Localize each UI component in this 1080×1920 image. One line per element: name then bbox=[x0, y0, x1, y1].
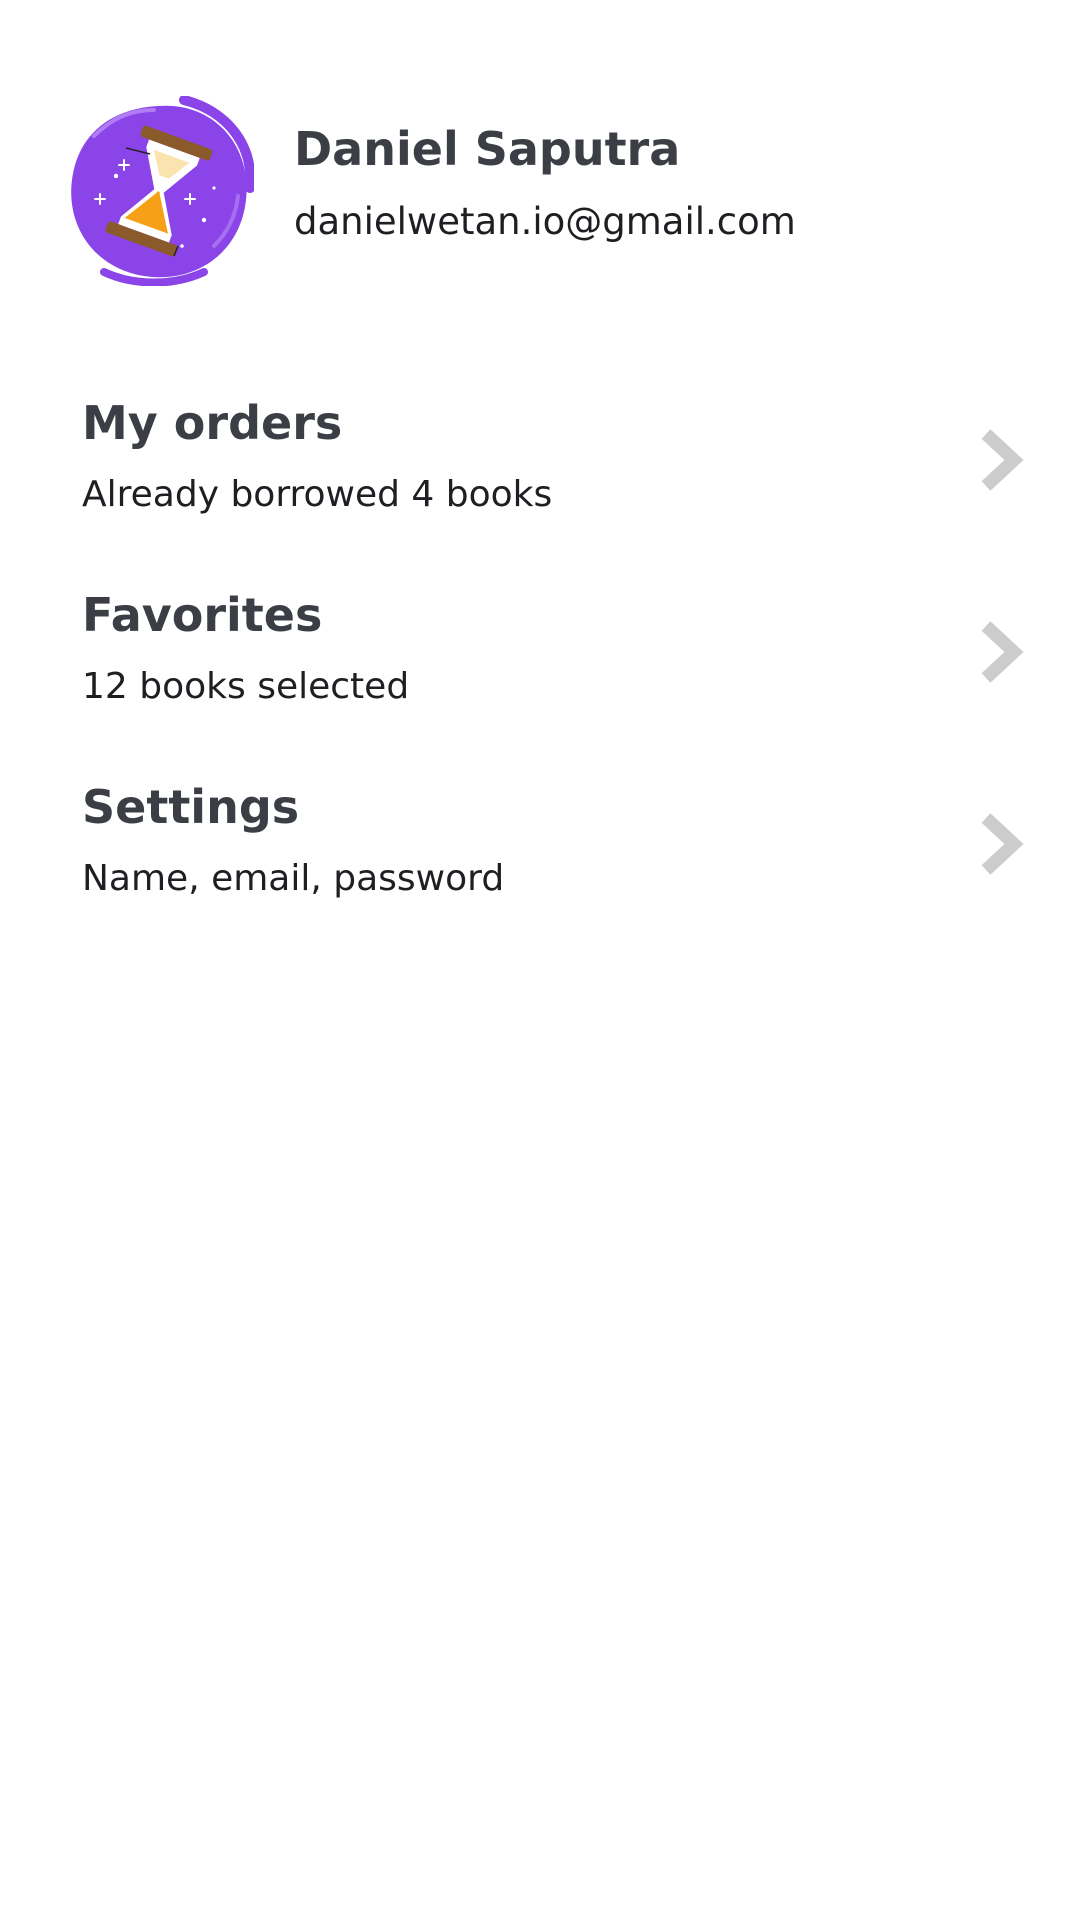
menu-item-title: Favorites bbox=[82, 588, 323, 642]
menu-item-settings[interactable]: Settings Name, email, password bbox=[0, 780, 1080, 960]
menu-item-title: My orders bbox=[82, 396, 343, 450]
avatar[interactable] bbox=[64, 96, 254, 286]
hourglass-icon bbox=[71, 96, 254, 286]
menu-item-title: Settings bbox=[82, 780, 300, 834]
profile-header: Daniel Saputra danielwetan.io@gmail.com bbox=[64, 96, 1024, 296]
chevron-right-icon[interactable] bbox=[978, 620, 1024, 684]
chevron-right-icon[interactable] bbox=[978, 428, 1024, 492]
chevron-right-icon[interactable] bbox=[978, 812, 1024, 876]
menu-item-subtitle: Name, email, password bbox=[82, 858, 505, 899]
menu-item-favorites[interactable]: Favorites 12 books selected bbox=[0, 588, 1080, 768]
menu-item-my-orders[interactable]: My orders Already borrowed 4 books bbox=[0, 396, 1080, 576]
profile-screen: Daniel Saputra danielwetan.io@gmail.com … bbox=[0, 0, 1080, 1920]
menu-item-subtitle: Already borrowed 4 books bbox=[82, 474, 553, 515]
user-name: Daniel Saputra bbox=[294, 122, 681, 176]
user-email: danielwetan.io@gmail.com bbox=[294, 200, 796, 243]
menu-item-subtitle: 12 books selected bbox=[82, 666, 410, 707]
